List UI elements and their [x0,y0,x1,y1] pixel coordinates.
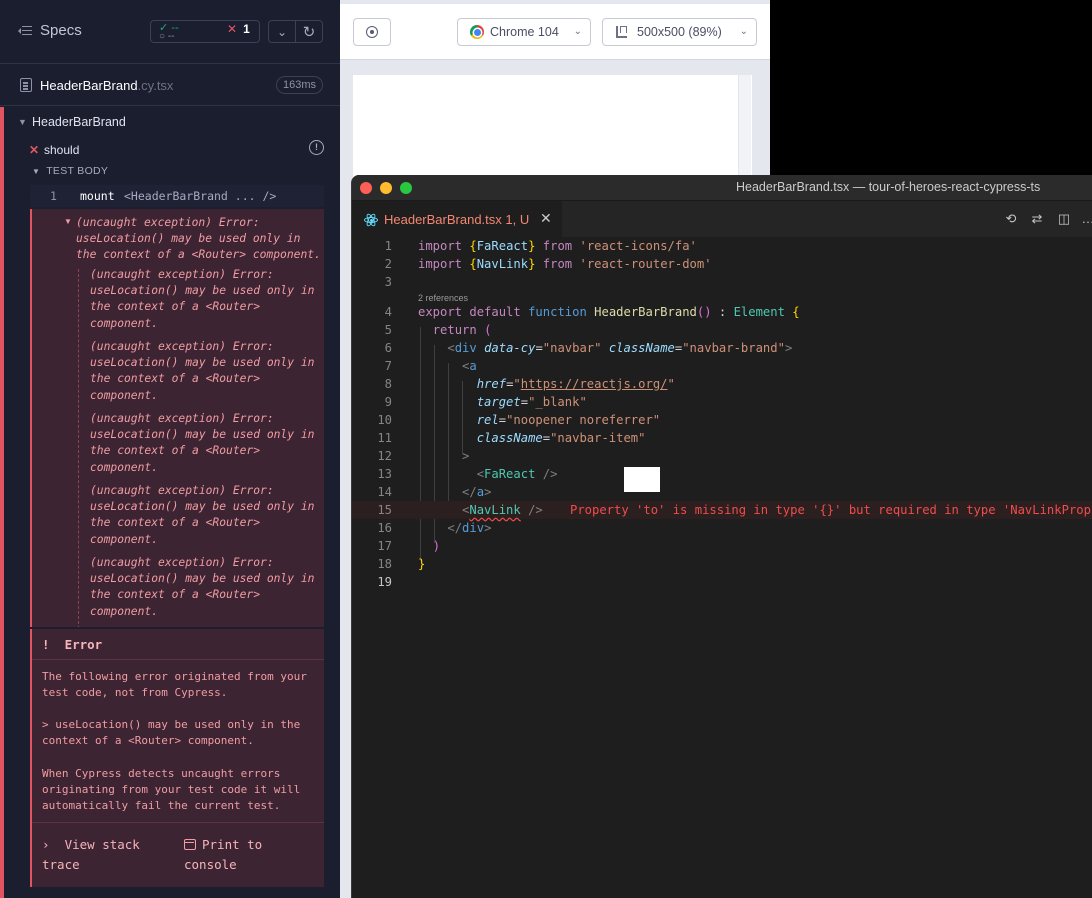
maximize-window-button[interactable] [400,182,412,194]
code-editor[interactable]: 1 import {FaReact} from 'react-icons/fa' … [352,237,1092,898]
specs-label: Specs [40,22,82,39]
specs-button[interactable]: Specs [18,22,82,39]
pending-count: ○ -- [159,31,175,42]
console-icon [184,839,196,850]
exception-item[interactable]: (uncaught exception) Error: useLocation(… [90,555,320,620]
view-stack-trace-button[interactable]: › View stack trace [42,835,182,875]
spec-file-row[interactable]: HeaderBarBrand.cy.tsx 163ms [0,64,340,106]
error-explain-text: When Cypress detects uncaught errors ori… [42,767,301,812]
test-list: ▼ HeaderBarBrand ✕ should ! ▼ TEST BODY 1… [0,107,340,898]
window-title: HeaderBarBrand.tsx — tour-of-heroes-reac… [736,180,1041,194]
exception-item[interactable]: (uncaught exception) Error: useLocation(… [90,483,320,548]
codelens-references[interactable]: 2 references [418,293,468,303]
code-line: 6 <div data-cy="navbar" className="navba… [384,341,793,355]
chevron-down-icon: ▼ [64,217,72,226]
chevron-down-icon: ⌄ [739,26,748,37]
exception-item[interactable]: (uncaught exception) Error: useLocation(… [90,411,320,476]
screen: Specs ✓ -- ○ -- ✕ 1 ⌄ ↻ HeaderBarBrand.cy… [0,0,1092,898]
reporter-header: Specs ✓ -- ○ -- ✕ 1 ⌄ ↻ [0,0,340,64]
test-stats: ✓ -- ○ -- ✕ 1 [150,20,260,43]
code-line: 3 [384,275,392,289]
code-line: 4 export default function HeaderBarBrand(… [384,305,800,319]
editor-tab-bar: HeaderBarBrand.tsx 1, U ✕ ⟲ ⇄ ◫ … [352,201,1092,237]
test-row[interactable]: ✕ should ! [4,137,340,163]
exception-item[interactable]: (uncaught exception) Error: useLocation(… [90,339,320,404]
test-body-header[interactable]: ▼ TEST BODY [32,165,108,177]
selector-playground-button[interactable] [353,18,391,46]
collapse-specs-icon [18,25,32,37]
code-line: 18} [377,557,426,571]
spec-duration-badge: 163ms [276,76,324,94]
code-line: 7 <a [384,359,477,373]
chevron-down-icon[interactable]: ⌄ [268,20,296,43]
document-icon [20,78,32,92]
inline-error-message[interactable]: Property 'to' is missing in type '{}' bu… [570,501,1092,519]
code-line: 16 </div> [377,521,492,535]
code-line-error: 15 <NavLink /> Property 'to' is missing i… [352,501,1092,519]
error-title: ! Error [42,637,103,652]
aut-header: Chrome 104 ⌄ 500x500 (89%) ⌄ [340,4,770,60]
failed-icon: ✕ [29,143,40,157]
rerun-icon[interactable]: ↻ [295,20,323,43]
viewport-icon [616,26,627,38]
tab-label: HeaderBarBrand.tsx 1, U [384,212,530,227]
more-actions-icon[interactable]: … [1080,211,1092,227]
divider [32,659,324,660]
test-title: should [44,143,80,157]
code-line: 2 import {NavLink} from 'react-router-dom… [384,257,712,271]
print-to-console-button[interactable]: Print to console [184,835,314,875]
spec-file-name: HeaderBarBrand.cy.tsx [40,78,174,93]
close-icon[interactable]: ✕ [540,210,552,227]
split-editor-icon[interactable]: ◫ [1056,211,1072,227]
chevron-down-icon: ⌄ [573,26,582,37]
viewport-label: 500x500 (89%) [637,25,722,39]
aut-scrollbar[interactable] [738,75,751,185]
command-message: <HeaderBarBrand ... /> [124,189,277,203]
code-line: 5 return ( [384,323,492,337]
chrome-icon [470,25,484,39]
close-window-button[interactable] [360,182,372,194]
chevron-down-icon: ▼ [18,117,27,127]
code-line: 17 ) [377,539,441,553]
code-line: 13 <FaReact /> [377,467,558,481]
aut-iframe[interactable] [353,75,752,185]
code-line-current: 19 [377,575,392,589]
uncaught-exception-group[interactable]: ▼ (uncaught exception) Error: useLocatio… [30,209,324,627]
window-titlebar: HeaderBarBrand.tsx — tour-of-heroes-reac… [352,175,1092,201]
code-line: 11 className="navbar-item" [377,431,646,445]
divider [32,822,324,823]
failed-count: ✕ 1 [227,22,250,36]
command-number: 1 [50,189,57,203]
exception-message: (uncaught exception) Error: useLocation(… [76,216,321,261]
timeline-icon[interactable]: ⟲ [1003,211,1019,227]
react-file-icon [364,212,378,228]
compare-changes-icon[interactable]: ⇄ [1029,211,1045,227]
code-line: 10 rel="noopener noreferrer" [377,413,661,427]
code-line: 12 > [377,449,470,463]
error-message-text: > useLocation() may be used only in the … [42,718,301,747]
command-name: mount [80,189,115,203]
viewport-dropdown[interactable]: 500x500 (89%) ⌄ [602,18,757,46]
suite-row[interactable]: ▼ HeaderBarBrand [4,107,340,137]
browser-dropdown[interactable]: Chrome 104 ⌄ [457,18,591,46]
vscode-window: HeaderBarBrand.tsx — tour-of-heroes-reac… [351,175,1092,898]
minimize-window-button[interactable] [380,182,392,194]
error-origin-text: The following error originated from your… [42,670,307,699]
exception-item[interactable]: (uncaught exception) Error: useLocation(… [90,267,320,332]
chevron-down-icon: ▼ [32,167,41,176]
cypress-reporter-panel: Specs ✓ -- ○ -- ✕ 1 ⌄ ↻ HeaderBarBrand.cy… [0,0,340,898]
tab-headerbarbrand[interactable]: HeaderBarBrand.tsx 1, U ✕ [352,201,562,237]
browser-label: Chrome 104 [490,25,559,39]
suite-title: HeaderBarBrand [32,115,126,129]
code-line: 14 </a> [377,485,492,499]
exclamation-icon[interactable]: ! [309,140,324,155]
code-line: 1 import {FaReact} from 'react-icons/fa' [384,239,697,253]
command-row[interactable]: 1 mount <HeaderBarBrand ... /> [30,185,324,207]
nested-guide [78,269,79,627]
code-line: 8 href="https://reactjs.org/" [384,377,675,391]
error-card: ! Error The following error originated f… [30,629,324,887]
code-line: 9 target="_blank" [384,395,587,409]
